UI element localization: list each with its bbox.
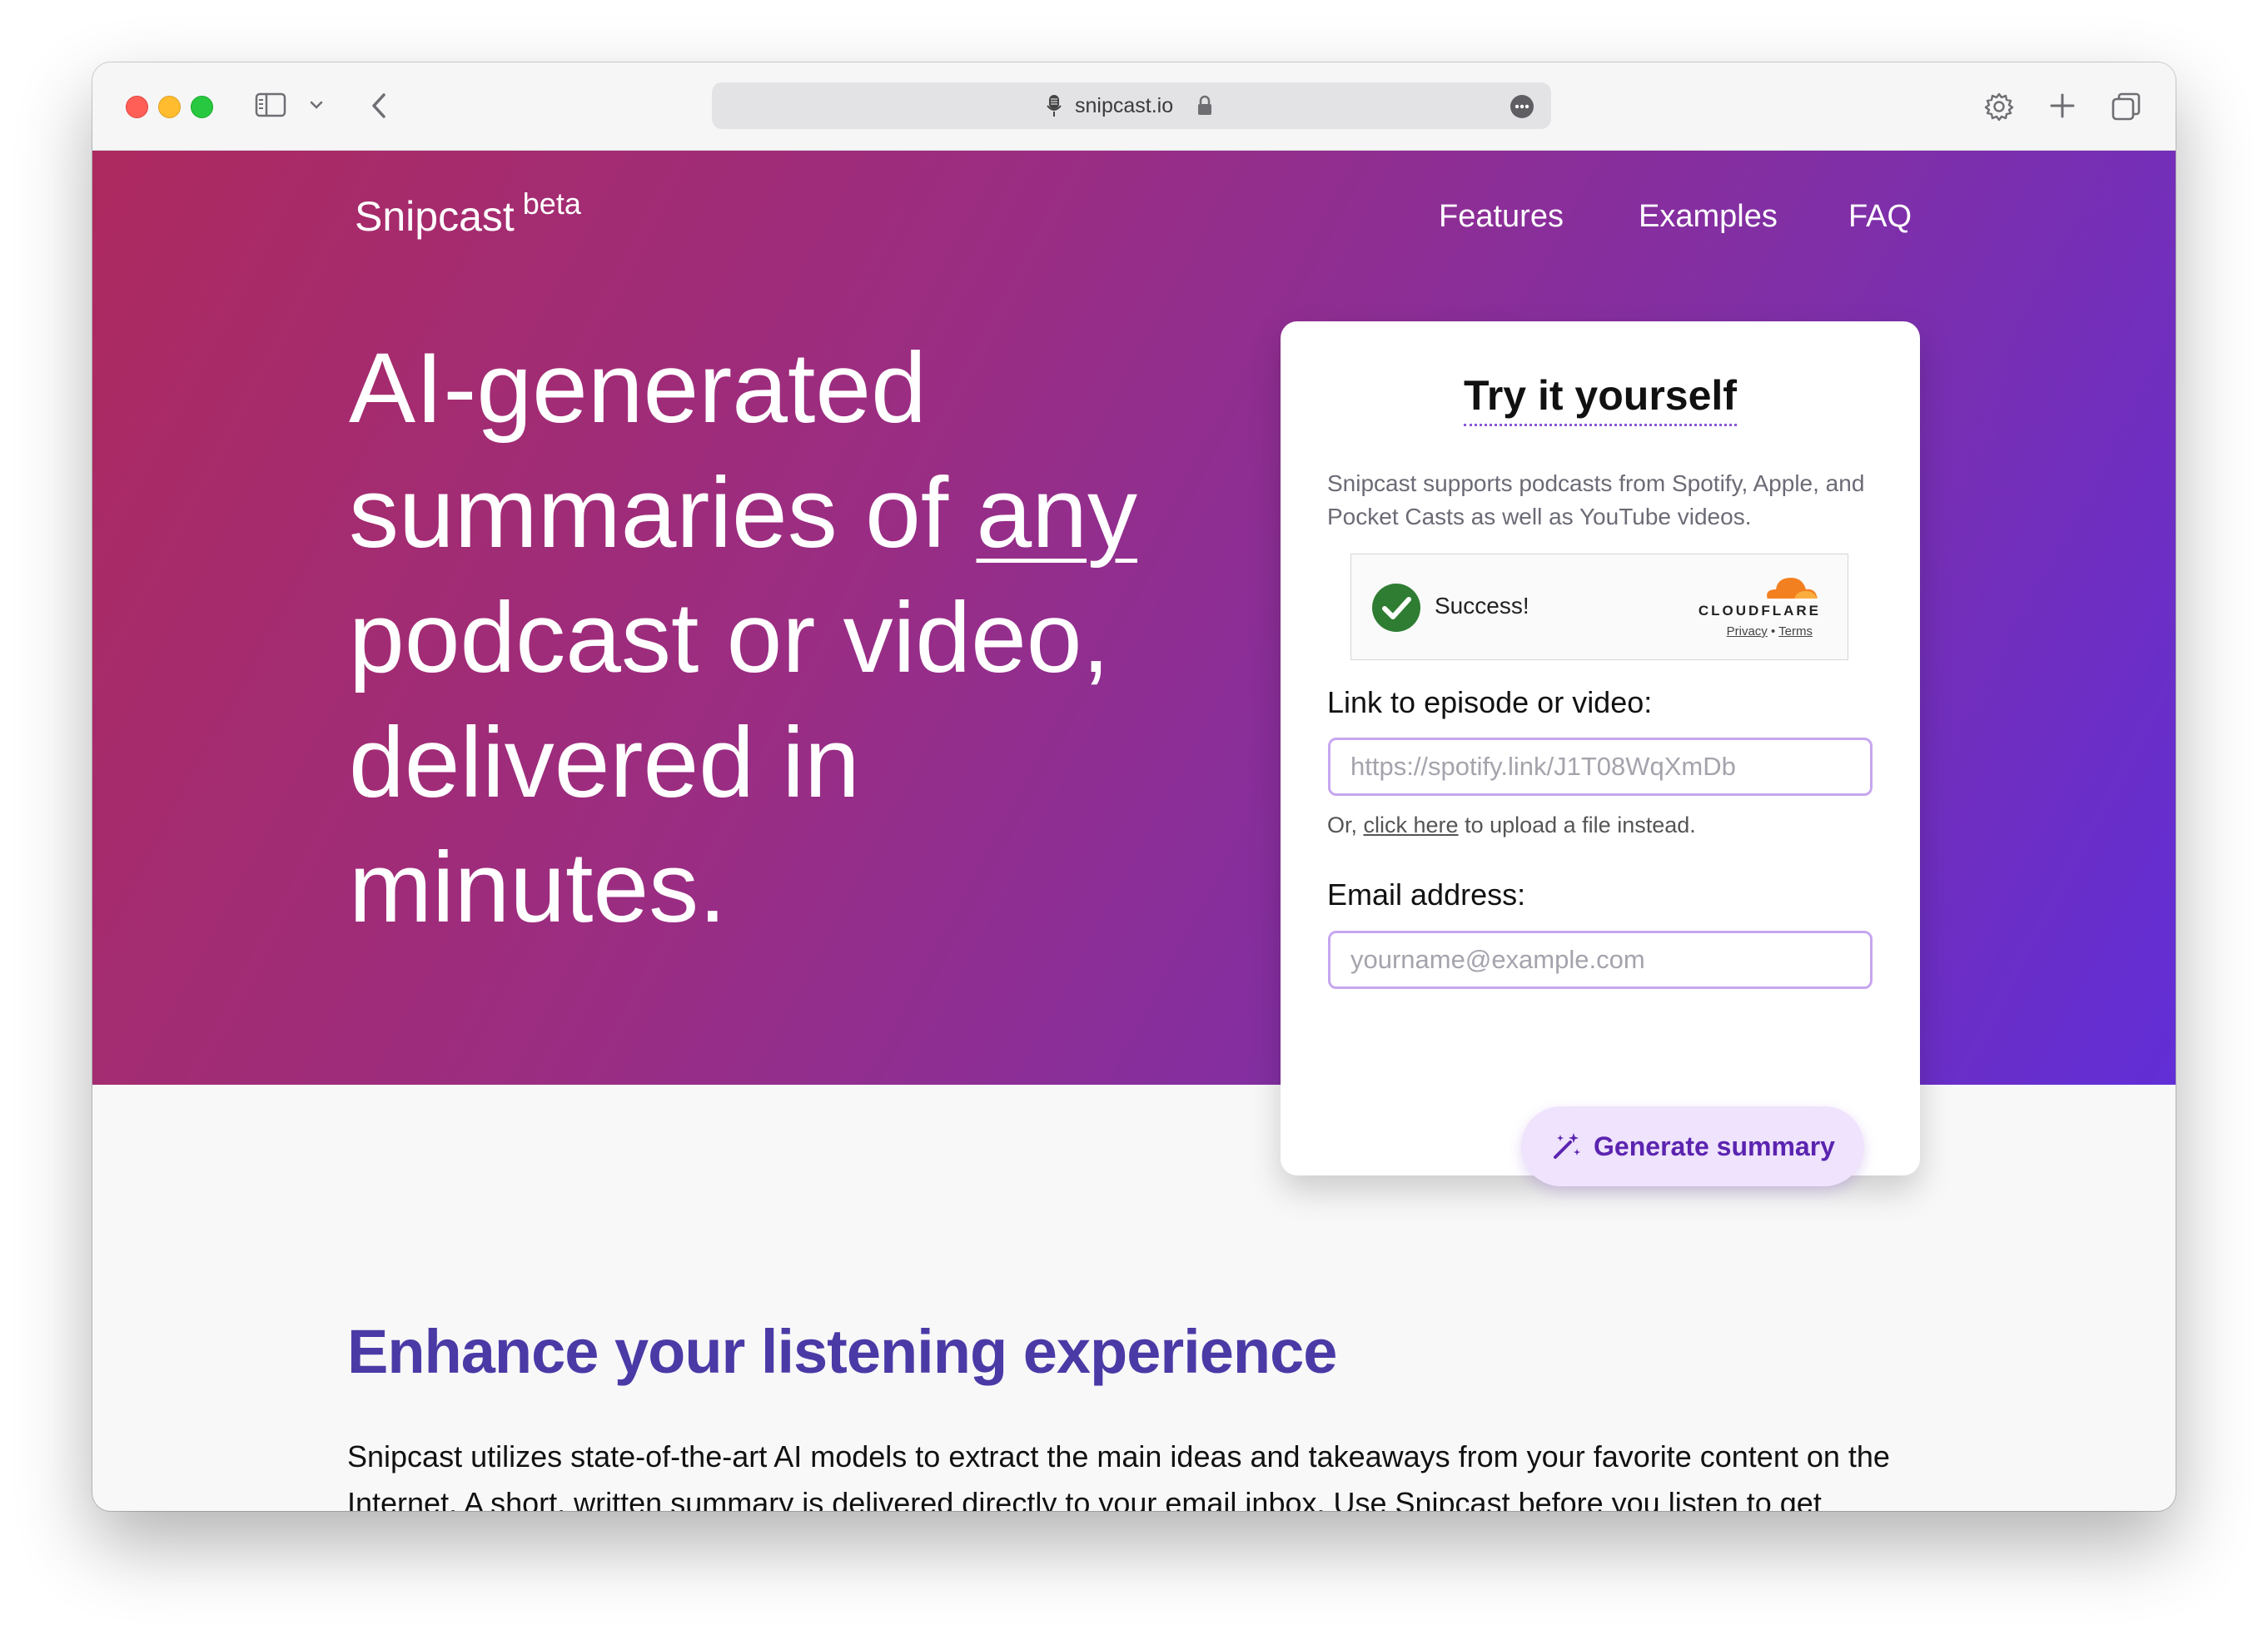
upload-hint: Or, click here to upload a file instead. xyxy=(1327,813,1696,838)
email-input[interactable] xyxy=(1328,931,1873,989)
microphone-icon xyxy=(1047,95,1062,117)
minimize-window-button[interactable] xyxy=(158,96,181,118)
upload-suffix: to upload a file instead. xyxy=(1458,813,1696,837)
headline-text: summaries of xyxy=(349,457,977,569)
email-label: Email address: xyxy=(1327,877,1526,912)
generate-summary-button[interactable]: Generate summary xyxy=(1521,1106,1864,1186)
browser-toolbar: snipcast.io xyxy=(92,62,2176,151)
try-it-card: Try it yourself Snipcast supports podcas… xyxy=(1281,321,1920,1175)
sidebar-icon[interactable] xyxy=(255,92,286,117)
link-label: Link to episode or video: xyxy=(1327,685,1653,719)
section-paragraph: Snipcast utilizes state-of-the-art AI mo… xyxy=(347,1439,1890,1511)
browser-window: snipcast.io Snipcast beta Features Examp… xyxy=(92,62,2176,1511)
captcha-status: Success! xyxy=(1435,593,1529,619)
cloudflare-wordmark: CLOUDFLARE xyxy=(1698,603,1821,619)
check-circle-icon xyxy=(1372,584,1420,632)
magic-wand-icon xyxy=(1554,1133,1581,1159)
captcha-links: Privacy • Terms xyxy=(1727,624,1813,639)
address-url[interactable]: snipcast.io xyxy=(1075,94,1173,118)
upload-prefix: Or, xyxy=(1327,813,1364,837)
hero-headline: AI-generated summaries of any podcast or… xyxy=(349,326,1181,950)
section-title: Enhance your listening experience xyxy=(347,1317,1337,1386)
headline-line: podcast or video, xyxy=(349,582,1110,693)
nav-faq[interactable]: FAQ xyxy=(1848,199,1912,235)
generate-summary-label: Generate summary xyxy=(1594,1131,1835,1161)
cloudflare-captcha-widget[interactable]: Success! CLOUDFLARE Privacy • Terms xyxy=(1350,554,1848,660)
headline-line: minutes. xyxy=(349,832,727,943)
zoom-window-button[interactable] xyxy=(191,96,213,118)
brand-logo[interactable]: Snipcast beta xyxy=(355,186,581,241)
tab-overview-icon[interactable] xyxy=(2111,91,2142,122)
card-title: Try it yourself xyxy=(1281,371,1920,426)
chevron-down-icon[interactable] xyxy=(307,96,326,114)
close-window-button[interactable] xyxy=(126,96,148,118)
link-separator: • xyxy=(1770,624,1776,639)
nav-features[interactable]: Features xyxy=(1439,199,1564,235)
plus-icon[interactable] xyxy=(2049,92,2076,119)
headline-line: delivered in xyxy=(349,707,860,818)
cloudflare-cloud-icon xyxy=(1764,578,1819,601)
terms-link[interactable]: Terms xyxy=(1778,624,1813,639)
card-description: Snipcast supports podcasts from Spotify,… xyxy=(1327,470,1865,529)
headline-line: AI-generated xyxy=(349,332,927,444)
episode-link-input[interactable] xyxy=(1328,738,1873,796)
beta-badge: beta xyxy=(522,186,581,221)
address-bar[interactable]: snipcast.io xyxy=(712,82,1551,129)
nav-examples[interactable]: Examples xyxy=(1639,199,1778,235)
upload-file-link[interactable]: click here xyxy=(1364,813,1459,837)
gear-icon[interactable] xyxy=(1983,91,2015,122)
card-title-text: Try it yourself xyxy=(1464,372,1737,426)
headline-emphasis: any xyxy=(976,457,1137,569)
headline-line: summaries of any xyxy=(349,450,1181,575)
chevron-left-icon[interactable] xyxy=(367,91,392,121)
lock-icon xyxy=(1198,95,1211,115)
brand-name[interactable]: Snipcast xyxy=(355,193,515,240)
ellipsis-icon[interactable] xyxy=(1510,94,1534,119)
privacy-link[interactable]: Privacy xyxy=(1727,624,1768,639)
